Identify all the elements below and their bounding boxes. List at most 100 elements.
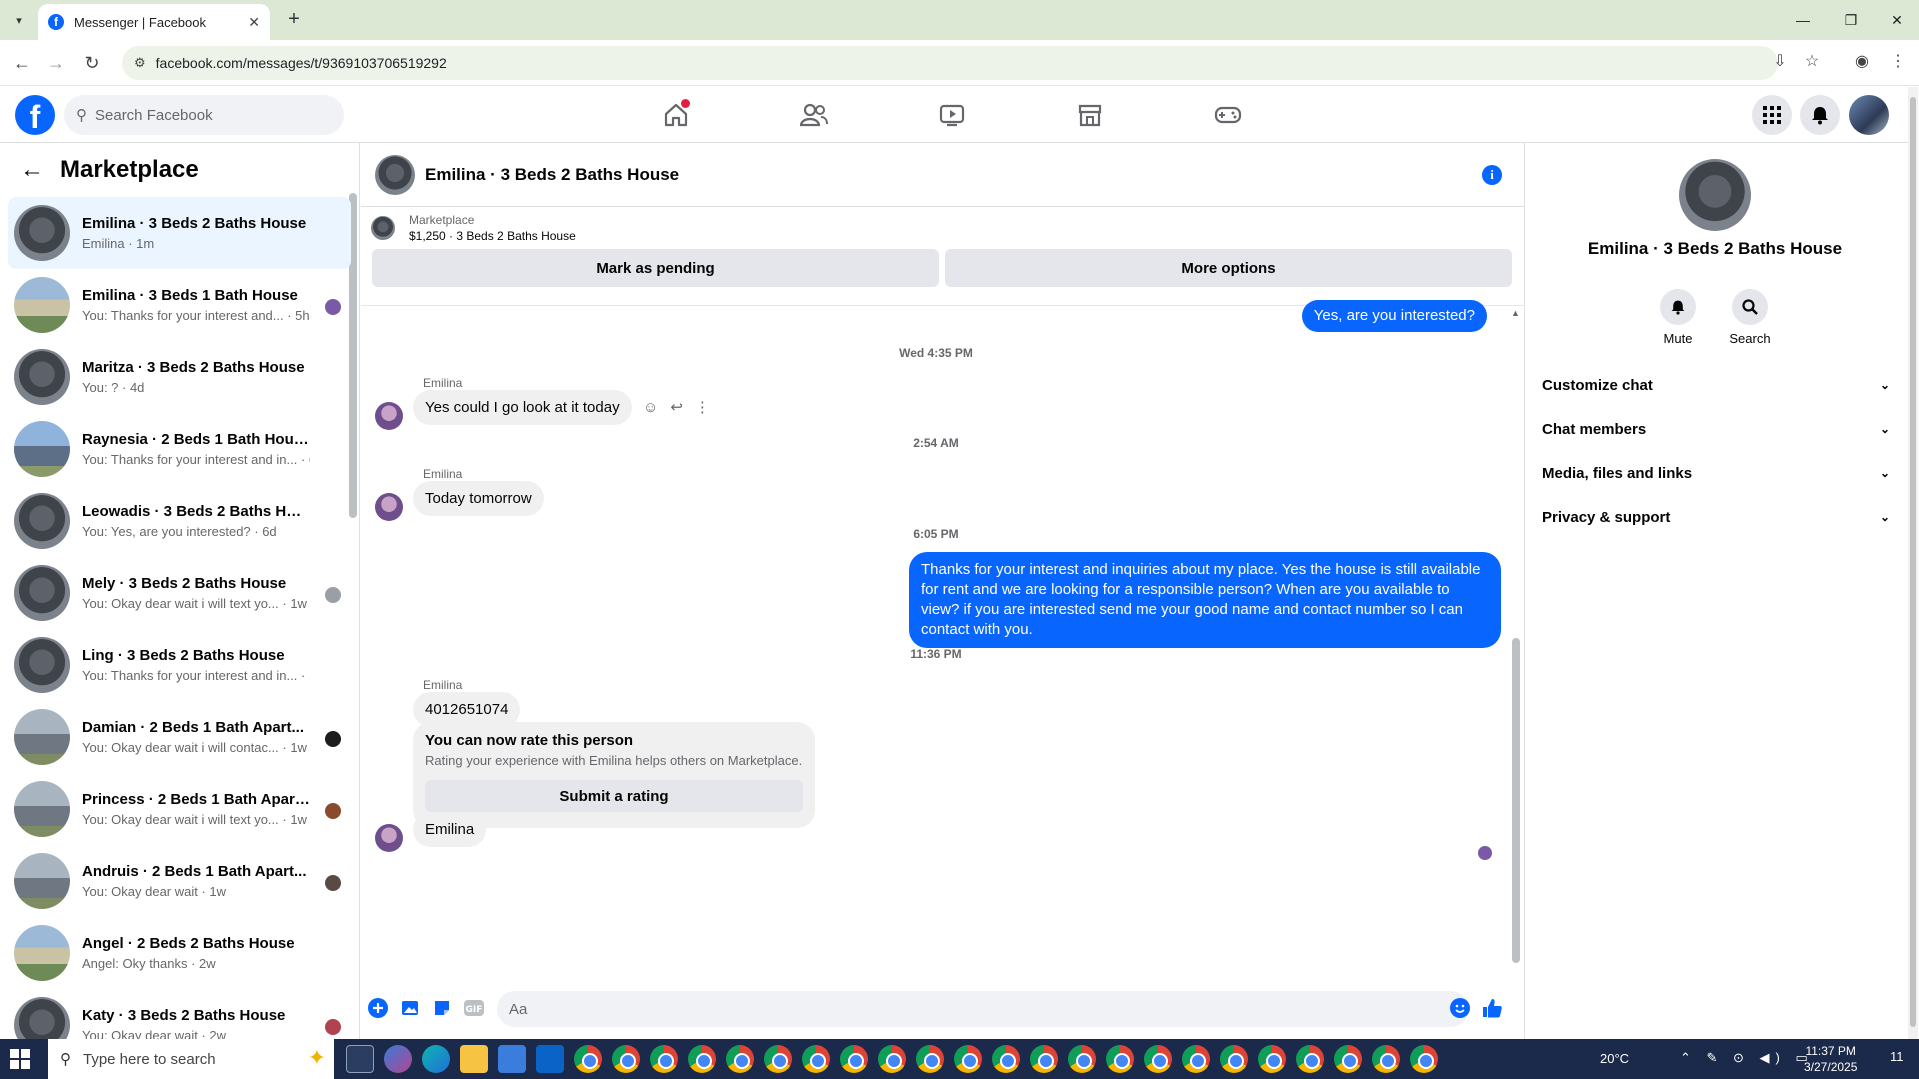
notification-center-badge[interactable]: 11: [1890, 1049, 1904, 1064]
nav-watch[interactable]: [934, 97, 970, 133]
photo-icon[interactable]: [399, 997, 421, 1019]
browser-tab[interactable]: f Messenger | Facebook ✕: [38, 4, 270, 40]
store-icon[interactable]: [498, 1045, 526, 1073]
mute-button[interactable]: Mute: [1648, 289, 1708, 346]
chrome-icon[interactable]: [726, 1045, 754, 1073]
task-view-icon[interactable]: [346, 1045, 374, 1073]
chat-title[interactable]: Emilina · 3 Beds 2 Baths House: [425, 165, 679, 185]
emoji-icon[interactable]: [1449, 997, 1471, 1019]
facebook-search[interactable]: ⚲: [64, 95, 344, 135]
more-icon[interactable]: ⋮: [695, 398, 710, 416]
chrome-icon[interactable]: [1106, 1045, 1134, 1073]
scroll-up-arrow-icon[interactable]: ▲: [1511, 308, 1520, 318]
install-app-icon[interactable]: ⇩: [1768, 51, 1792, 71]
browser-menu-icon[interactable]: ⋮: [1886, 51, 1910, 71]
file-explorer-icon[interactable]: [460, 1045, 488, 1073]
nav-home[interactable]: [658, 97, 694, 133]
info-icon[interactable]: i: [1482, 165, 1502, 185]
taskbar-search-input[interactable]: [83, 1050, 243, 1068]
marketplace-listing-bar[interactable]: Marketplace $1,250 · 3 Beds 2 Baths Hous…: [361, 207, 1524, 249]
sender-avatar[interactable]: [375, 493, 403, 521]
chrome-icon[interactable]: [764, 1045, 792, 1073]
conversation-item[interactable]: Mely · 3 Beds 2 Baths House You: Okay dea…: [8, 557, 351, 629]
page-scrollbar[interactable]: [1908, 87, 1918, 1039]
conversation-item[interactable]: Emilina · 3 Beds 1 Bath House You: Thanks…: [8, 269, 351, 341]
nav-friends[interactable]: [796, 97, 832, 133]
privacy-support-section[interactable]: Privacy & support ⌄: [1542, 499, 1890, 535]
chrome-icon[interactable]: [840, 1045, 868, 1073]
chrome-icon[interactable]: [1144, 1045, 1172, 1073]
chrome-icon[interactable]: [1334, 1045, 1362, 1073]
chrome-icon[interactable]: [650, 1045, 678, 1073]
submit-rating-button[interactable]: Submit a rating: [425, 780, 803, 812]
tab-close-icon[interactable]: ✕: [248, 14, 260, 31]
window-close-button[interactable]: ✕: [1882, 8, 1912, 32]
sender-avatar[interactable]: [375, 824, 403, 852]
tab-search-button[interactable]: ▾: [8, 9, 30, 31]
mark-pending-button[interactable]: Mark as pending: [372, 249, 939, 287]
new-tab-button[interactable]: +: [282, 8, 306, 32]
chrome-icon[interactable]: [992, 1045, 1020, 1073]
nav-gaming[interactable]: [1210, 97, 1246, 133]
conversation-item[interactable]: Katy · 3 Beds 2 Baths House You: Okay dea…: [8, 989, 351, 1039]
windows-start-icon[interactable]: [10, 1049, 30, 1069]
conversation-item[interactable]: Andruis · 2 Beds 1 Bath Apart... You: Oka…: [8, 845, 351, 917]
outlook-icon[interactable]: [536, 1045, 564, 1073]
taskbar-search[interactable]: ⚲ ✦: [48, 1039, 334, 1079]
nav-marketplace[interactable]: [1072, 97, 1108, 133]
add-plus-icon[interactable]: [367, 997, 389, 1019]
chrome-icon[interactable]: [1030, 1045, 1058, 1073]
conversation-item[interactable]: Princess · 2 Beds 1 Bath Apart... You: Ok…: [8, 773, 351, 845]
account-avatar[interactable]: [1849, 95, 1889, 135]
chrome-icon[interactable]: [612, 1045, 640, 1073]
chrome-icon[interactable]: [1068, 1045, 1096, 1073]
gif-icon[interactable]: GIF: [463, 997, 485, 1019]
chrome-icon[interactable]: [802, 1045, 830, 1073]
like-thumb-icon[interactable]: [1481, 997, 1503, 1019]
message-input-box[interactable]: [497, 991, 1469, 1027]
message-input[interactable]: [509, 1000, 1409, 1018]
back-arrow-icon[interactable]: ←: [20, 158, 44, 182]
chrome-icon[interactable]: [916, 1045, 944, 1073]
back-button[interactable]: ←: [10, 51, 34, 75]
react-icon[interactable]: ☺: [643, 399, 658, 416]
message-outgoing[interactable]: Yes, are you interested?: [1301, 300, 1487, 332]
chrome-icon[interactable]: [1182, 1045, 1210, 1073]
contact-avatar[interactable]: [1679, 159, 1751, 231]
chrome-icon[interactable]: [878, 1045, 906, 1073]
reload-button[interactable]: ↻: [80, 51, 104, 75]
minimize-button[interactable]: —: [1788, 8, 1818, 32]
conversation-item[interactable]: Ling · 3 Beds 2 Baths House You: Thanks f…: [8, 629, 351, 701]
menu-button[interactable]: [1752, 95, 1792, 135]
media-files-links-section[interactable]: Media, files and links ⌄: [1542, 455, 1890, 491]
chrome-icon[interactable]: [1296, 1045, 1324, 1073]
chrome-icon[interactable]: [1220, 1045, 1248, 1073]
message-incoming[interactable]: Emilina: [413, 812, 487, 847]
bookmark-star-icon[interactable]: ☆: [1800, 51, 1824, 71]
customize-chat-section[interactable]: Customize chat ⌄: [1542, 367, 1890, 403]
chat-members-section[interactable]: Chat members ⌄: [1542, 411, 1890, 447]
tray-icons[interactable]: ⌃ ✎ ⊙ ◀) ▭: [1680, 1050, 1814, 1066]
chrome-icon[interactable]: [1410, 1045, 1438, 1073]
sender-avatar[interactable]: [375, 402, 403, 430]
reply-icon[interactable]: ↩: [670, 398, 683, 416]
edge-icon[interactable]: [422, 1045, 450, 1073]
profile-icon[interactable]: ◉: [1850, 51, 1874, 71]
forward-button[interactable]: →: [44, 51, 68, 75]
more-options-button[interactable]: More options: [945, 249, 1512, 287]
taskbar-clock[interactable]: 11:37 PM 3/27/2025: [1804, 1043, 1857, 1075]
page-scroll-thumb[interactable]: [1910, 97, 1916, 1027]
facebook-logo[interactable]: f: [15, 95, 55, 135]
conversation-item[interactable]: Angel · 2 Beds 2 Baths House Angel: Oky t…: [8, 917, 351, 989]
url-field[interactable]: ⚙ facebook.com/messages/t/93691037065192…: [122, 46, 1778, 80]
conversation-item[interactable]: Raynesia · 2 Beds 1 Bath House You: Thank…: [8, 413, 351, 485]
chrome-icon[interactable]: [574, 1045, 602, 1073]
chrome-icon[interactable]: [1372, 1045, 1400, 1073]
chrome-icon[interactable]: [688, 1045, 716, 1073]
sticker-icon[interactable]: [431, 997, 453, 1019]
chrome-icon[interactable]: [954, 1045, 982, 1073]
conversation-item[interactable]: Maritza · 3 Beds 2 Baths House You: ? · 4…: [8, 341, 351, 413]
chat-scrollbar[interactable]: [1512, 638, 1520, 963]
site-info-icon[interactable]: ⚙: [134, 55, 146, 71]
conversation-item[interactable]: Emilina · 3 Beds 2 Baths House Emilina · …: [8, 197, 351, 269]
